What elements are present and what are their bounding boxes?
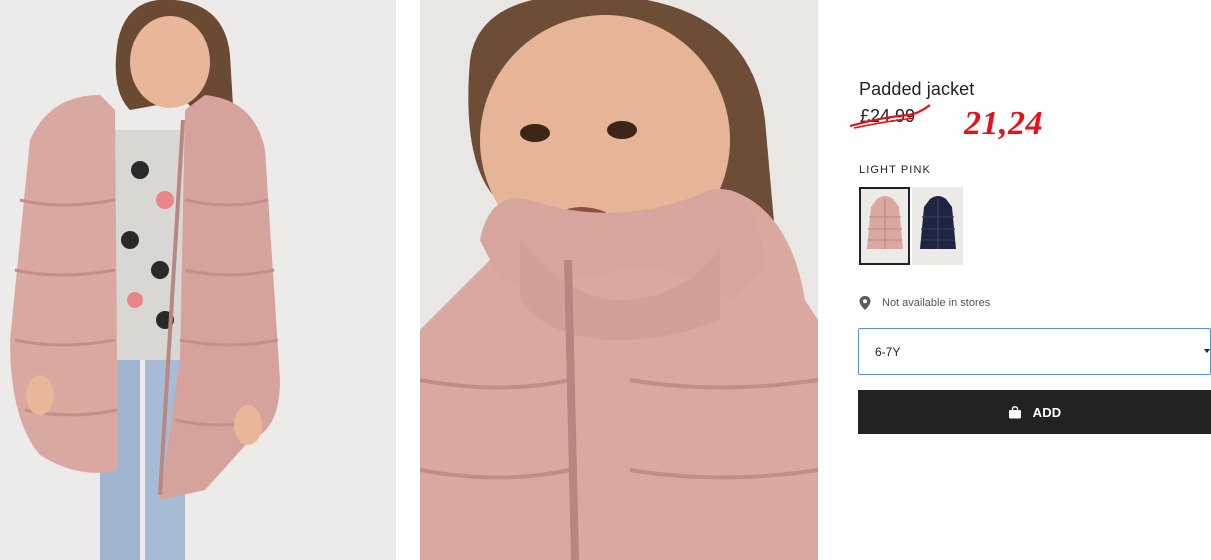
location-pin-icon — [859, 296, 871, 310]
add-to-bag-button[interactable]: ADD — [858, 390, 1211, 434]
product-image-full-body[interactable] — [0, 0, 396, 560]
size-select[interactable]: 6-7Y — [858, 328, 1211, 375]
swatch-light-pink[interactable] — [859, 187, 910, 265]
strike-through-scribble — [849, 104, 931, 129]
navy-jacket-thumbnail — [919, 196, 956, 249]
pink-jacket-thumbnail — [866, 196, 903, 249]
store-availability: Not available in stores — [859, 296, 990, 310]
price-block: £24.99 — [849, 104, 938, 129]
product-image-closeup[interactable] — [420, 0, 818, 560]
product-photo-illustration — [420, 0, 818, 560]
product-info-panel: Padded jacket £24.99 21,24 LIGHT PINK No… — [849, 0, 1211, 560]
add-button-label: ADD — [1032, 404, 1062, 420]
product-photo-illustration — [0, 0, 396, 560]
handwritten-new-price: 21,24 — [964, 105, 1043, 142]
color-label: LIGHT PINK — [859, 164, 931, 176]
size-selected-value: 6-7Y — [875, 345, 901, 359]
chevron-down-icon — [1204, 349, 1210, 353]
swatch-navy[interactable] — [912, 187, 963, 265]
product-title: Padded jacket — [859, 79, 975, 99]
color-swatches — [859, 187, 963, 265]
shopping-bag-icon — [1008, 405, 1021, 418]
availability-text: Not available in stores — [882, 297, 991, 309]
